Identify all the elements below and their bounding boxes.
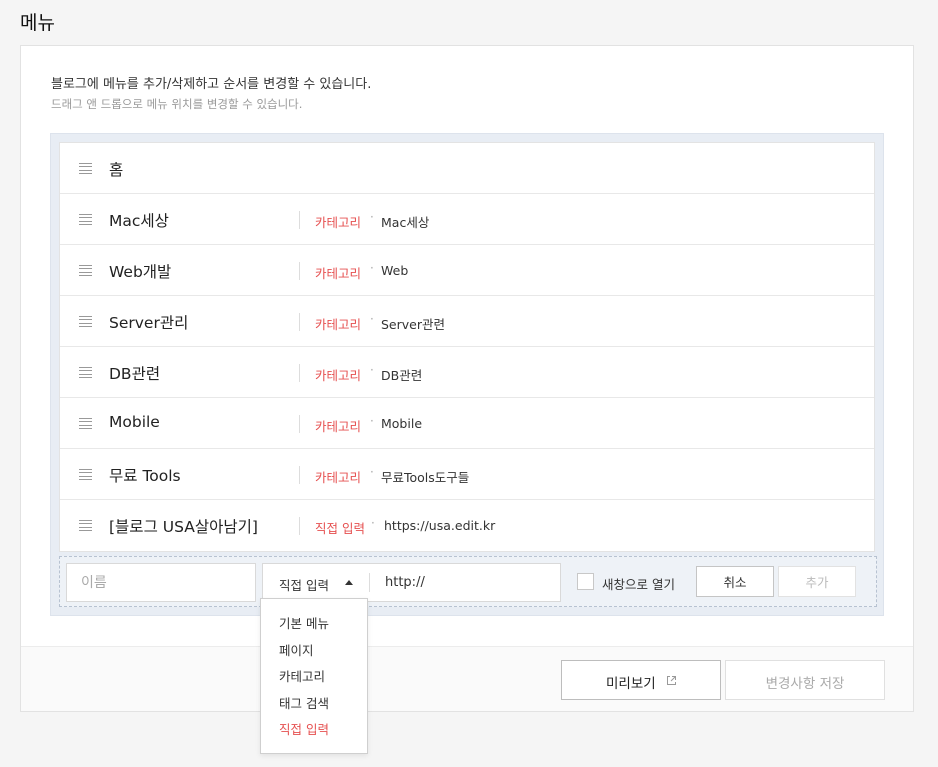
menu-row[interactable]: 무료 Tools 카테고리 · 무료Tools도구들 bbox=[60, 449, 874, 500]
menu-item-name: Mobile bbox=[109, 413, 160, 431]
preview-button[interactable]: 미리보기 bbox=[561, 660, 721, 700]
menu-item-type: 카테고리 bbox=[315, 317, 362, 332]
description-primary: 블로그에 메뉴를 추가/삭제하고 순서를 변경할 수 있습니다. bbox=[51, 77, 372, 92]
preview-label: 미리보기 bbox=[606, 676, 656, 692]
menu-row[interactable]: Mac세상 카테고리 · Mac세상 bbox=[60, 194, 874, 245]
menu-type-select[interactable]: 직접 입력 bbox=[263, 564, 369, 601]
separator-dot: · bbox=[370, 261, 374, 275]
description-secondary: 드래그 앤 드롭으로 메뉴 위치를 변경할 수 있습니다. bbox=[51, 97, 303, 111]
dropdown-option-page[interactable]: 페이지 bbox=[261, 640, 367, 667]
drag-handle-icon[interactable] bbox=[79, 469, 92, 480]
divider bbox=[299, 415, 300, 433]
menu-item-type: 카테고리 bbox=[315, 266, 362, 281]
menu-item-name: Mac세상 bbox=[109, 212, 169, 230]
menu-list: 홈 Mac세상 카테고리 · Mac세상 Web개발 카테고리 · Web Se… bbox=[59, 142, 875, 552]
menu-item-target: Server관련 bbox=[381, 317, 445, 332]
menu-board: 홈 Mac세상 카테고리 · Mac세상 Web개발 카테고리 · Web Se… bbox=[50, 133, 884, 616]
save-changes-button[interactable]: 변경사항 저장 bbox=[725, 660, 885, 700]
new-window-checkbox[interactable] bbox=[577, 573, 594, 590]
add-menu-row: 직접 입력 새창으로 열기 취소 추가 bbox=[59, 556, 877, 607]
separator-dot: · bbox=[371, 516, 375, 530]
menu-item-name: 홈 bbox=[109, 161, 124, 179]
menu-item-name: Web개발 bbox=[109, 263, 172, 281]
new-window-label: 새창으로 열기 bbox=[602, 577, 675, 592]
drag-handle-icon[interactable] bbox=[79, 214, 92, 225]
divider bbox=[369, 573, 370, 592]
drag-handle-icon[interactable] bbox=[79, 418, 92, 429]
drag-handle-icon[interactable] bbox=[79, 367, 92, 378]
dropdown-option-tag-search[interactable]: 태그 검색 bbox=[261, 693, 367, 720]
drag-handle-icon[interactable] bbox=[79, 163, 92, 174]
menu-item-target: Mobile bbox=[381, 416, 423, 431]
save-changes-label: 변경사항 저장 bbox=[765, 676, 845, 692]
type-url-field: 직접 입력 bbox=[262, 563, 561, 602]
drag-handle-icon[interactable] bbox=[79, 316, 92, 327]
divider bbox=[299, 466, 300, 484]
menu-item-type: 카테고리 bbox=[315, 368, 362, 383]
menu-name-input[interactable] bbox=[66, 563, 256, 602]
menu-item-target: Web bbox=[381, 263, 409, 278]
menu-item-type: 카테고리 bbox=[315, 215, 362, 230]
menu-item-name: Server관리 bbox=[109, 314, 189, 332]
divider bbox=[299, 262, 300, 280]
dropdown-option-category[interactable]: 카테고리 bbox=[261, 666, 367, 693]
menu-item-target: Mac세상 bbox=[381, 215, 430, 230]
caret-up-icon bbox=[345, 580, 353, 585]
separator-dot: · bbox=[370, 363, 374, 377]
menu-row[interactable]: [블로그 USA살아남기] 직접 입력 · https://usa.edit.k… bbox=[60, 500, 874, 551]
dropdown-option-direct-input[interactable]: 직접 입력 bbox=[261, 719, 367, 746]
menu-settings-panel: 블로그에 메뉴를 추가/삭제하고 순서를 변경할 수 있습니다. 드래그 앤 드… bbox=[20, 45, 914, 712]
menu-row[interactable]: Mobile 카테고리 · Mobile bbox=[60, 398, 874, 449]
external-link-icon bbox=[667, 676, 676, 685]
menu-item-name: DB관련 bbox=[109, 365, 161, 383]
add-button[interactable]: 추가 bbox=[778, 566, 856, 597]
divider bbox=[299, 364, 300, 382]
menu-item-type: 직접 입력 bbox=[315, 521, 365, 536]
menu-item-target: https://usa.edit.kr bbox=[384, 518, 496, 533]
cancel-button[interactable]: 취소 bbox=[696, 566, 774, 597]
menu-item-type: 카테고리 bbox=[315, 470, 362, 485]
menu-item-target: 무료Tools도구들 bbox=[381, 470, 470, 485]
divider bbox=[299, 211, 300, 229]
divider bbox=[299, 517, 300, 535]
separator-dot: · bbox=[370, 414, 374, 428]
dropdown-option-default-menu[interactable]: 기본 메뉴 bbox=[261, 613, 367, 640]
footer-bar: 미리보기 변경사항 저장 bbox=[21, 646, 913, 711]
drag-handle-icon[interactable] bbox=[79, 265, 92, 276]
menu-row[interactable]: DB관련 카테고리 · DB관련 bbox=[60, 347, 874, 398]
menu-type-selected: 직접 입력 bbox=[279, 578, 329, 593]
divider bbox=[299, 313, 300, 331]
page-title: 메뉴 bbox=[20, 12, 55, 34]
menu-row[interactable]: Server관리 카테고리 · Server관련 bbox=[60, 296, 874, 347]
separator-dot: · bbox=[370, 210, 374, 224]
menu-item-target: DB관련 bbox=[381, 368, 423, 383]
separator-dot: · bbox=[370, 465, 374, 479]
menu-item-name: [블로그 USA살아남기] bbox=[109, 518, 258, 536]
menu-item-type: 카테고리 bbox=[315, 419, 362, 434]
url-input[interactable] bbox=[375, 565, 555, 600]
drag-handle-icon[interactable] bbox=[79, 520, 92, 531]
separator-dot: · bbox=[370, 312, 374, 326]
menu-row[interactable]: 홈 bbox=[60, 143, 874, 194]
menu-type-dropdown: 기본 메뉴 페이지 카테고리 태그 검색 직접 입력 bbox=[260, 598, 368, 754]
menu-row[interactable]: Web개발 카테고리 · Web bbox=[60, 245, 874, 296]
menu-item-name: 무료 Tools bbox=[109, 467, 181, 485]
